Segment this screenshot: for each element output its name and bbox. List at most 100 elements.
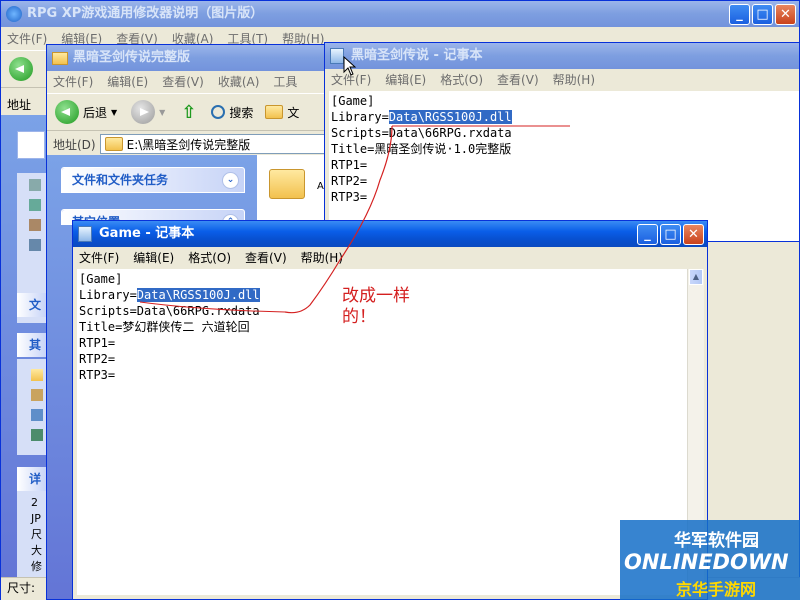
menu-format[interactable]: 格式(O) [188, 249, 231, 266]
folder-icon [269, 169, 305, 199]
background-window-title: RPG XP游戏通用修改器说明（图片版） [27, 6, 264, 21]
selected-text: Data\RGSS100J.dll [388, 110, 512, 124]
maximize-button[interactable]: □ [752, 4, 773, 25]
notepad-top-menubar: 文件(F) 编辑(E) 格式(O) 查看(V) 帮助(H) [325, 69, 799, 90]
close-button[interactable]: ✕ [775, 4, 796, 25]
notepad-front-menubar: 文件(F) 编辑(E) 格式(O) 查看(V) 帮助(H) [73, 247, 707, 268]
address-label: 地址 [7, 97, 32, 112]
menu-file[interactable]: 文件(F) [79, 249, 119, 266]
menu-view[interactable]: 查看(V) [245, 249, 287, 266]
explorer-address-bar: 地址(D) E:\黑暗圣剑传说完整版 [47, 133, 355, 155]
menu-view[interactable]: 查看(V) [162, 73, 204, 90]
watermark-sub: 京华手游网 [676, 580, 757, 599]
maximize-button[interactable]: □ [660, 224, 681, 245]
address-label: 地址(D) [53, 137, 96, 152]
chevron-down-icon[interactable]: ▼ [111, 108, 117, 117]
text-line: Scripts=Data\66RPG.rxdata [331, 126, 512, 140]
text-line: Library=Data\RGSS100J.dll [331, 110, 512, 124]
folders-icon [265, 105, 284, 119]
copy-icon [29, 239, 41, 251]
background-other-places-list [17, 359, 47, 455]
menu-view[interactable]: 查看(V) [497, 71, 539, 88]
menu-favorites[interactable]: 收藏(A) [218, 73, 260, 90]
background-task-header[interactable]: 文 [17, 293, 47, 317]
back-arrow-icon [55, 100, 79, 124]
text-line: [Game] [79, 272, 123, 286]
menu-edit[interactable]: 编辑(E) [107, 73, 148, 90]
back-button[interactable]: 后退 ▼ [55, 100, 117, 124]
file-tasks-title: 文件和文件夹任务 [72, 173, 169, 187]
ie-icon [6, 6, 22, 22]
forward-button[interactable]: ▼ [131, 100, 165, 124]
menu-file[interactable]: 文件(F) [53, 73, 93, 90]
search-icon [211, 105, 226, 119]
background-details-header[interactable]: 详 [17, 467, 47, 491]
menu-file[interactable]: 文件(F) [7, 30, 47, 47]
menu-tools[interactable]: 工具 [273, 73, 297, 90]
text-line: Title=黑暗圣剑传说·1.0完整版 [331, 142, 512, 156]
up-folder-button[interactable]: ⇧ [177, 101, 199, 123]
text-line: RTP1= [331, 158, 368, 172]
computer-icon [31, 409, 43, 421]
detail-line: 修 [31, 560, 42, 573]
search-label: 搜索 [229, 105, 254, 120]
notepad-front-titlebar[interactable]: Game - 记事本 _ □ ✕ [73, 221, 707, 247]
notepad-top-title: 黑暗圣剑传说 - 记事本 [351, 48, 483, 63]
detail-line: 2 [31, 496, 38, 509]
file-tasks-header[interactable]: 文件和文件夹任务 ⌄ [62, 168, 244, 192]
menu-edit[interactable]: 编辑(E) [133, 249, 174, 266]
background-other-places-header[interactable]: 其 [17, 333, 47, 357]
text-line: RTP3= [331, 190, 368, 204]
forward-arrow-icon [131, 100, 156, 124]
mouse-cursor-icon [343, 56, 357, 76]
text-line: [Game] [331, 94, 375, 108]
folder-icon [104, 137, 123, 151]
minimize-button[interactable]: _ [729, 4, 750, 25]
folder-item[interactable] [269, 169, 305, 199]
folders-button[interactable]: 文 [265, 104, 299, 121]
text-line: RTP3= [79, 368, 116, 382]
image-icon [17, 131, 45, 159]
menu-help[interactable]: 帮助(H) [301, 249, 343, 266]
address-input[interactable]: E:\黑暗圣剑传说完整版 [99, 134, 355, 154]
folders-label: 文 [287, 105, 300, 120]
notepad-front-window[interactable]: Game - 记事本 _ □ ✕ 文件(F) 编辑(E) 格式(O) 查看(V)… [72, 220, 708, 600]
explorer-toolbar: 后退 ▼ ▼ ⇧ 搜索 文 [47, 93, 355, 131]
watermark-cn: 华军软件园 [674, 531, 759, 551]
background-window-titlebar[interactable]: RPG XP游戏通用修改器说明（图片版） _ □ ✕ [1, 1, 799, 27]
menu-format[interactable]: 格式(O) [440, 71, 483, 88]
selected-text: Data\RGSS100J.dll [136, 288, 260, 302]
menu-edit[interactable]: 编辑(E) [385, 71, 426, 88]
menu-help[interactable]: 帮助(H) [553, 71, 595, 88]
save-icon [29, 219, 41, 231]
text-line: RTP2= [79, 352, 116, 366]
explorer-menubar: 文件(F) 编辑(E) 查看(V) 收藏(A) 工具 [47, 71, 355, 92]
annotation-line-1: 改成一样 [342, 286, 410, 306]
notepad-icon [330, 48, 344, 64]
explorer-title: 黑暗圣剑传说完整版 [73, 50, 191, 65]
close-button[interactable]: ✕ [683, 224, 704, 245]
watermark: 华军软件园 ONLINEDOWN 京华手游网 [620, 520, 800, 600]
notepad-front-title: Game - 记事本 [99, 226, 195, 241]
chevron-down-icon[interactable]: ⌄ [222, 172, 239, 189]
notepad-top-window[interactable]: 黑暗圣剑传说 - 记事本 文件(F) 编辑(E) 格式(O) 查看(V) 帮助(… [324, 42, 800, 242]
notepad-top-titlebar[interactable]: 黑暗圣剑传说 - 记事本 [325, 43, 799, 69]
explorer-titlebar[interactable]: 黑暗圣剑传说完整版 [47, 45, 355, 71]
detail-line: JP [31, 512, 41, 525]
text-line: RTP1= [79, 336, 116, 350]
detail-line: 大 [31, 544, 42, 557]
back-arrow-icon[interactable] [9, 57, 33, 81]
notepad-icon [78, 226, 92, 242]
background-task-pane: 文 其 详 2 JP 尺 大 修 [1, 115, 47, 579]
search-button[interactable]: 搜索 [211, 104, 253, 121]
chevron-down-icon[interactable]: ▼ [159, 108, 165, 117]
status-text: 尺寸: [7, 581, 36, 595]
back-label: 后退 [83, 105, 108, 120]
annotation-text: 改成一样 的！ [342, 286, 410, 328]
notepad-top-editor[interactable]: [Game] Library=Data\RGSS100J.dll Scripts… [329, 91, 799, 241]
detail-line: 尺 [31, 528, 42, 541]
network-icon [31, 429, 43, 441]
minimize-button[interactable]: _ [637, 224, 658, 245]
scroll-up-icon[interactable]: ▲ [689, 269, 703, 285]
up-arrow-icon: ⇧ [181, 102, 197, 123]
